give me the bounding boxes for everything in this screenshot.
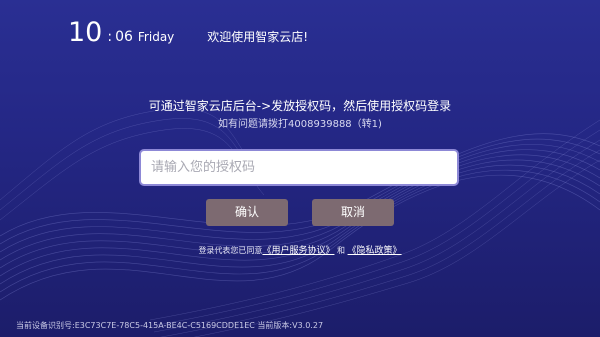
- device-info: 当前设备识别号:E3C73C7E-78C5-415A-BE4C-C5169CDD…: [16, 321, 324, 330]
- confirm-button[interactable]: 确认: [206, 199, 288, 226]
- clock-minute: 06: [115, 29, 133, 45]
- agreement-prefix: 登录代表您已同意: [198, 246, 263, 255]
- welcome-message: 欢迎使用智家云店!: [207, 30, 309, 44]
- weekday-label: Friday: [137, 30, 175, 44]
- support-hotline: 如有问题请拨打4008939888（转1): [218, 119, 382, 130]
- auth-code-input[interactable]: [139, 149, 459, 186]
- cancel-button[interactable]: 取消: [312, 199, 394, 226]
- auth-instruction: 可通过智家云店后台->发放授权码，然后使用授权码登录: [148, 99, 452, 113]
- login-screen: 10 : 06 Friday 欢迎使用智家云店! 可通过智家云店后台->发放授权…: [0, 0, 600, 337]
- agreement-conjunction: 和: [337, 246, 345, 255]
- status-bar: 10 : 06 Friday 欢迎使用智家云店!: [68, 18, 308, 48]
- agreement-notice: 登录代表您已同意《用户服务协议》 和 《隐私政策》: [0, 245, 600, 257]
- clock-separator: :: [107, 29, 113, 45]
- privacy-policy-link[interactable]: 《隐私政策》: [348, 246, 402, 256]
- clock-hour: 10: [68, 17, 103, 48]
- user-agreement-link[interactable]: 《用户服务协议》: [262, 246, 334, 256]
